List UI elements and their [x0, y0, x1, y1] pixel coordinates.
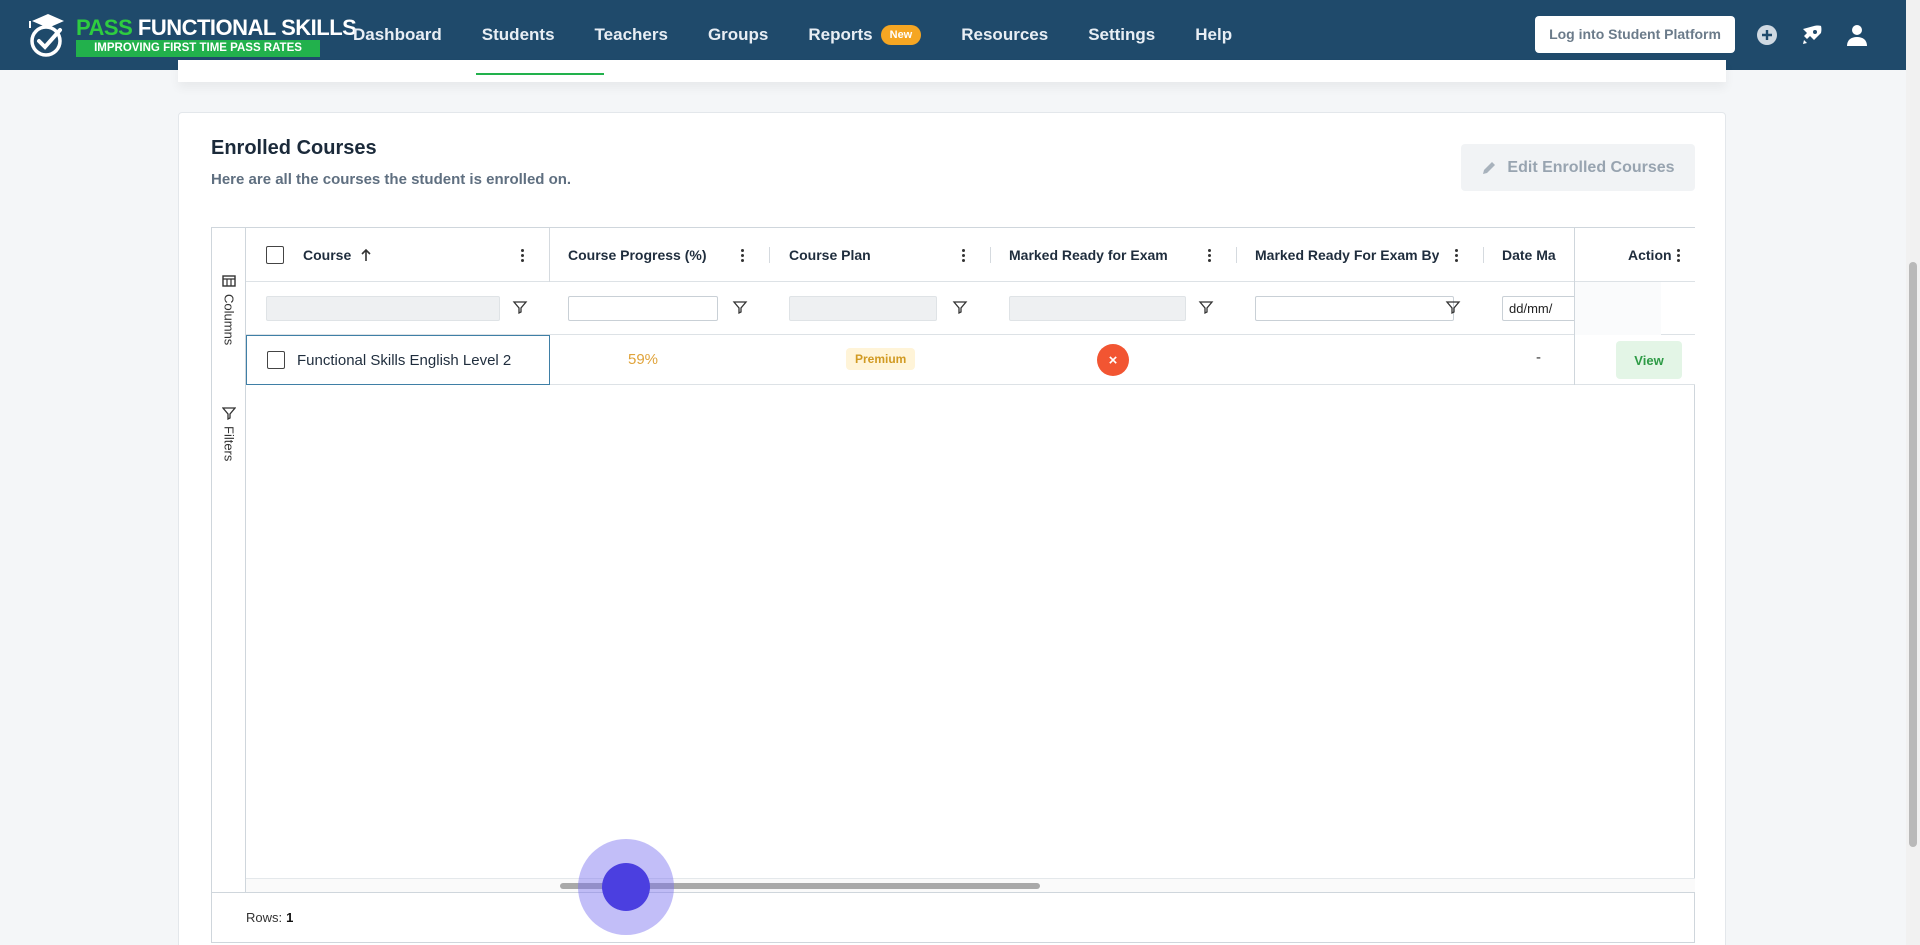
header-date-marked[interactable]: Date Ma [1502, 228, 1608, 282]
grid-header-row: Course Course Progress (%) Course Plan M… [246, 228, 1695, 282]
sort-ascending-icon [361, 248, 371, 261]
card-subtitle: Here are all the courses the student is … [211, 171, 572, 188]
ready-by-column-menu-icon[interactable] [1449, 246, 1463, 264]
column-divider [990, 247, 991, 263]
ready-filter-input[interactable] [1009, 296, 1186, 321]
filters-label: Filters [221, 426, 237, 462]
rocket-icon[interactable] [1799, 22, 1825, 48]
date-marked-value: - [1536, 349, 1541, 366]
select-all-checkbox[interactable] [266, 246, 284, 264]
filter-icon[interactable] [732, 299, 748, 315]
nav-reports[interactable]: Reports New [808, 25, 922, 45]
brand-logo[interactable]: PASS FUNCTIONAL SKILLS IMPROVING FIRST T… [26, 10, 357, 60]
progress-column-menu-icon[interactable] [735, 246, 749, 264]
filter-icon[interactable] [512, 299, 528, 315]
progress-filter-input[interactable] [568, 296, 718, 321]
course-progress-value: 59% [628, 351, 659, 368]
ready-column-menu-icon[interactable] [1202, 246, 1216, 264]
header-course-label: Course [303, 247, 352, 263]
brand-wordmark: PASS FUNCTIONAL SKILLS [76, 15, 357, 40]
course-filter-input[interactable] [266, 296, 500, 321]
active-tab-indicator [476, 73, 604, 75]
row-checkbox[interactable] [267, 351, 285, 369]
enrolled-courses-card: Enrolled Courses Here are all the course… [178, 112, 1726, 945]
pinned-column-border [1574, 228, 1575, 385]
new-badge: New [880, 25, 922, 45]
nav-resources[interactable]: Resources [961, 25, 1048, 45]
nav-reports-label: Reports [808, 25, 873, 44]
header-course[interactable]: Course [303, 228, 373, 282]
header-action[interactable]: Action [1628, 228, 1672, 282]
course-cell[interactable]: Functional Skills English Level 2 [246, 335, 550, 385]
rows-count: 1 [286, 910, 294, 925]
nav-teachers[interactable]: Teachers [595, 25, 668, 45]
filters-panel-toggle[interactable]: Filters [216, 406, 242, 461]
plan-column-menu-icon[interactable] [956, 246, 970, 264]
columns-panel-toggle[interactable]: Columns [216, 274, 242, 345]
grid-filter-row: dd/mm/ [246, 282, 1695, 335]
select-all-checkbox-cell [266, 228, 284, 282]
login-student-platform-button[interactable]: Log into Student Platform [1535, 16, 1735, 53]
add-icon[interactable] [1754, 22, 1780, 48]
previous-card-edge [178, 60, 1726, 82]
columns-label: Columns [221, 294, 237, 346]
course-column-menu-icon[interactable] [515, 246, 529, 264]
user-profile-icon[interactable] [1844, 22, 1870, 48]
header-course-progress[interactable]: Course Progress (%) [568, 228, 706, 282]
courses-data-grid: Columns Filters Course Course Progress (… [211, 227, 1695, 943]
action-column-menu-icon[interactable] [1671, 246, 1685, 264]
rows-label: Rows: [246, 910, 283, 925]
nav-groups[interactable]: Groups [708, 25, 768, 45]
page-scrollbar[interactable] [1906, 0, 1920, 945]
brand-tagline: IMPROVING FIRST TIME PASS RATES [76, 40, 320, 57]
grid-footer: Rows: 1 [212, 892, 1695, 942]
edit-button-label: Edit Enrolled Courses [1507, 158, 1675, 176]
not-ready-close-icon[interactable]: × [1097, 344, 1129, 376]
cursor-pointer [602, 863, 650, 911]
ready-by-filter-input[interactable] [1255, 296, 1454, 321]
filter-icon[interactable] [1198, 299, 1214, 315]
page-scrollbar-thumb[interactable] [1909, 262, 1917, 847]
columns-icon [222, 275, 236, 287]
column-divider [1236, 247, 1237, 263]
pencil-icon [1483, 161, 1496, 174]
column-divider [1483, 247, 1484, 263]
filter-icon[interactable] [952, 299, 968, 315]
grid-horizontal-scrollbar[interactable] [246, 878, 1695, 892]
date-filter-placeholder: dd/mm/ [1509, 301, 1553, 316]
nav-settings[interactable]: Settings [1088, 25, 1155, 45]
header-marked-ready-by[interactable]: Marked Ready For Exam By [1255, 228, 1439, 282]
not-ready-symbol: × [1108, 351, 1118, 369]
card-title: Enrolled Courses [211, 137, 377, 159]
premium-plan-badge: Premium [846, 348, 916, 370]
filter-icon [222, 407, 236, 420]
graduation-check-icon [29, 14, 64, 57]
column-divider [549, 228, 550, 282]
plan-filter-input[interactable] [789, 296, 937, 321]
nav-help[interactable]: Help [1195, 25, 1232, 45]
edit-enrolled-courses-button[interactable]: Edit Enrolled Courses [1461, 144, 1695, 191]
header-marked-ready[interactable]: Marked Ready for Exam [1009, 228, 1168, 282]
action-filter-cell [1574, 282, 1661, 335]
filter-icon[interactable] [1445, 299, 1461, 315]
view-course-button[interactable]: View [1616, 341, 1682, 379]
grid-side-panel: Columns Filters [212, 228, 246, 892]
nav-dashboard[interactable]: Dashboard [353, 25, 442, 45]
course-name: Functional Skills English Level 2 [297, 351, 512, 369]
column-divider [769, 247, 770, 263]
table-row[interactable]: Functional Skills English Level 2 59% Pr… [246, 335, 1695, 385]
header-course-plan[interactable]: Course Plan [789, 228, 871, 282]
nav-students[interactable]: Students [482, 25, 555, 45]
